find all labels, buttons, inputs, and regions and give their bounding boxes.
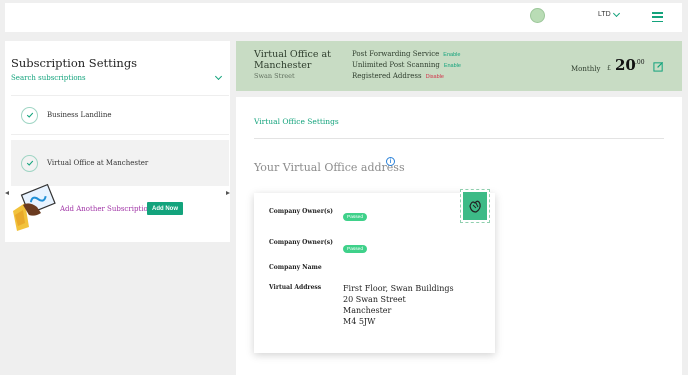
address-line: Manchester xyxy=(343,306,392,315)
main-panel: Virtual Office Settings Your Virtual Off… xyxy=(236,97,682,375)
check-icon xyxy=(21,154,38,172)
add-subscription-link[interactable]: Add Another Subscription xyxy=(60,205,152,213)
sidebar-item-label: Virtual Office at Manchester xyxy=(47,159,149,167)
company-select[interactable]: LTD xyxy=(598,9,620,18)
service-row: Unlimited Post Scanning Enable xyxy=(352,61,461,69)
sidebar-item-virtual-office[interactable]: Virtual Office at Manchester xyxy=(11,140,229,186)
address-line: 20 Swan Street xyxy=(343,295,406,304)
price-cents: .00 xyxy=(635,59,645,66)
stamp-icon xyxy=(460,189,490,223)
status-badge: Passed xyxy=(343,245,367,253)
add-now-button[interactable]: Add Now xyxy=(147,202,183,215)
sidebar-item-business-landline[interactable]: Business Landline xyxy=(11,95,229,135)
service-row: Post Forwarding Service Enable xyxy=(352,50,460,58)
address-line: M4 5JW xyxy=(343,317,376,326)
info-icon[interactable]: i xyxy=(386,157,395,166)
row-label: Company Owner(s) xyxy=(269,208,333,215)
address-line: First Floor, Swan Buildings xyxy=(343,284,454,293)
top-bar xyxy=(5,3,682,32)
add-subscription-illustration-icon xyxy=(13,183,56,231)
avatar[interactable] xyxy=(530,8,545,23)
chevron-down-icon xyxy=(612,9,620,17)
service-row: Registered Address Disable xyxy=(352,72,444,80)
service-status[interactable]: Enable xyxy=(443,52,460,58)
sidebar-item-label: Business Landline xyxy=(47,111,112,119)
virtual-address: First Floor, Swan Buildings 20 Swan Stre… xyxy=(343,283,454,327)
address-card: Company Owner(s) Passed Company Owner(s)… xyxy=(254,189,495,353)
tab-virtual-office-settings[interactable]: Virtual Office Settings xyxy=(254,117,339,126)
check-icon xyxy=(21,106,38,124)
scroll-right-arrow-icon[interactable] xyxy=(226,191,230,195)
status-badge: Passed xyxy=(343,213,367,221)
subscription-banner: Virtual Office at Manchester Swan Street… xyxy=(236,41,682,91)
sidebar-title: Subscription Settings xyxy=(11,56,138,70)
service-name: Post Forwarding Service xyxy=(352,50,440,58)
currency-symbol: £ xyxy=(607,65,611,72)
edit-icon[interactable] xyxy=(653,61,664,72)
service-status[interactable]: Enable xyxy=(444,63,461,69)
service-name: Unlimited Post Scanning xyxy=(352,61,440,69)
price: 20 xyxy=(615,56,636,74)
row-label: Company Name xyxy=(269,264,322,271)
service-name: Registered Address xyxy=(352,72,422,80)
row-label: Company Owner(s) xyxy=(269,239,333,246)
row-label: Virtual Address xyxy=(269,284,322,291)
banner-title: Virtual Office at Manchester xyxy=(254,49,331,71)
divider xyxy=(254,138,664,139)
banner-subtitle: Swan Street xyxy=(254,72,295,80)
menu-icon[interactable] xyxy=(652,12,663,22)
service-status[interactable]: Disable xyxy=(426,74,444,80)
chevron-down-icon[interactable] xyxy=(214,72,223,81)
search-subscriptions[interactable]: Search subscriptions xyxy=(11,74,86,82)
billing-period: Monthly xyxy=(571,65,601,73)
address-heading: Your Virtual Office address xyxy=(254,161,405,174)
subscription-sidebar: Subscription Settings Search subscriptio… xyxy=(5,41,230,242)
company-select-label: LTD xyxy=(598,11,611,18)
